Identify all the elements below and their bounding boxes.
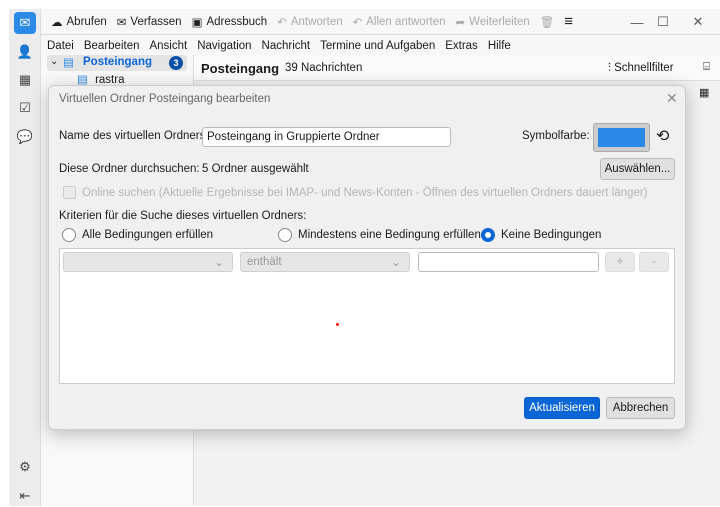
settings-icon[interactable]: ⚙ <box>14 456 36 478</box>
reply-button[interactable]: ↶ Antworten <box>277 15 342 29</box>
toolbar: ☁ Abrufen ✉ Verfassen ▣ Adressbuch ↶ Antwort… <box>41 9 720 35</box>
menu-icon[interactable]: ≡ <box>564 13 573 30</box>
collapse-icon[interactable]: ⇤ <box>14 485 36 507</box>
addressbook-button[interactable]: ▣ Adressbuch <box>192 15 268 29</box>
color-label: Symbolfarbe: <box>522 130 590 142</box>
maximize-icon[interactable]: ☐ <box>643 9 683 35</box>
inbox-icon: ▤ <box>63 57 74 69</box>
folder-label: Posteingang <box>83 56 153 68</box>
menu-bearbeiten[interactable]: Bearbeiten <box>84 40 140 52</box>
dialog-title: Virtuellen Ordner Posteingang bearbeiten <box>59 93 271 105</box>
spaces-toolbar: ✉ 👤 ▦ ☑ 💬 ⚙ ⇤ <box>9 9 41 506</box>
folder-inbox[interactable]: ⌄ ▤ Posteingang 3 <box>47 55 187 71</box>
radio-all-label: Alle Bedingungen erfüllen <box>82 229 214 241</box>
addressbook-icon[interactable]: 👤 <box>14 41 36 63</box>
chat-icon[interactable]: 💬 <box>14 126 36 148</box>
unread-badge: 3 <box>169 56 183 70</box>
column-picker-icon[interactable]: ▦ <box>699 86 709 99</box>
reset-color-icon[interactable]: ⟲ <box>656 126 669 146</box>
chevron-down-icon[interactable]: ⌄ <box>50 56 58 67</box>
compose-button[interactable]: ✉ Verfassen <box>117 15 182 29</box>
cancel-button[interactable]: Abbrechen <box>606 397 675 419</box>
value-input[interactable] <box>418 252 599 272</box>
menu-ansicht[interactable]: Ansicht <box>149 40 187 52</box>
chevron-down-icon: ⌄ <box>214 257 224 269</box>
radio-any-label: Mindestens eine Bedingung erfüllen <box>298 229 481 241</box>
select-folders-button[interactable]: Auswählen... <box>600 158 675 180</box>
virtual-folder-dialog: Virtuellen Ordner Posteingang bearbeiten… <box>48 85 686 430</box>
online-search-checkbox[interactable] <box>63 186 76 199</box>
thread-title: Posteingang <box>201 61 280 76</box>
radio-no-conditions[interactable] <box>481 228 495 242</box>
search-value: 5 Ordner ausgewählt <box>202 163 309 175</box>
criteria-list: ⌄ enthält ⌄ + - <box>59 248 675 384</box>
cloud-icon: ☁ <box>51 16 63 29</box>
menu-extras[interactable]: Extras <box>445 40 478 52</box>
folder-rastra[interactable]: ▤ rastra <box>77 72 124 86</box>
close-icon[interactable]: ✕ <box>666 90 678 107</box>
radio-any-condition[interactable] <box>278 228 292 242</box>
color-swatch <box>598 128 645 147</box>
search-label: Diese Ordner durchsuchen: <box>59 163 200 175</box>
menu-nachricht[interactable]: Nachricht <box>262 40 311 52</box>
compose-icon: ✉ <box>116 16 127 29</box>
reply-all-icon: ↶ <box>352 16 363 29</box>
radio-none-label: Keine Bedingungen <box>501 229 602 241</box>
color-picker[interactable] <box>593 123 650 152</box>
menubar: Datei Bearbeiten Ansicht Navigation Nach… <box>41 36 720 55</box>
view-options-icon[interactable]: ⌸ <box>703 61 710 74</box>
update-button[interactable]: Aktualisieren <box>524 397 600 419</box>
menu-navigation[interactable]: Navigation <box>197 40 251 52</box>
cursor-dot <box>336 323 339 326</box>
chevron-down-icon: ⌄ <box>391 257 401 269</box>
operator-value: enthält <box>247 256 282 268</box>
menu-termine[interactable]: Termine und Aufgaben <box>320 40 435 52</box>
add-criterion-button[interactable]: + <box>605 252 635 272</box>
operator-select[interactable]: enthält ⌄ <box>240 252 410 272</box>
tasks-icon[interactable]: ☑ <box>14 97 36 119</box>
addressbook-icon: ▣ <box>191 16 203 29</box>
reply-all-button[interactable]: ↶ Allen antworten <box>353 15 446 29</box>
menu-hilfe[interactable]: Hilfe <box>488 40 511 52</box>
message-count: 39 Nachrichten <box>285 62 363 74</box>
criteria-label: Kriterien für die Suche dieses virtuelle… <box>59 210 307 222</box>
quickfilter-button[interactable]: ⫶ Schnellfilter <box>608 62 674 75</box>
mail-icon[interactable]: ✉ <box>14 12 36 34</box>
radio-all-conditions[interactable] <box>62 228 76 242</box>
name-input[interactable]: Posteingang in Gruppierte Ordner <box>202 127 451 147</box>
name-label: Name des virtuellen Ordners: <box>59 130 209 142</box>
menu-datei[interactable]: Datei <box>47 40 74 52</box>
remove-criterion-button[interactable]: - <box>639 252 669 272</box>
forward-button[interactable]: ➦ Weiterleiten <box>456 15 530 29</box>
forward-icon: ➦ <box>455 16 466 29</box>
trash-icon[interactable]: 🗑 <box>540 15 555 29</box>
reply-icon: ↶ <box>277 16 287 29</box>
fetch-button[interactable]: ☁ Abrufen <box>51 15 107 29</box>
field-select[interactable]: ⌄ <box>63 252 233 272</box>
close-window-icon[interactable]: ✕ <box>678 9 718 35</box>
online-search-label: Online suchen (Aktuelle Ergebnisse bei I… <box>82 187 648 199</box>
calendar-icon[interactable]: ▦ <box>14 69 36 91</box>
